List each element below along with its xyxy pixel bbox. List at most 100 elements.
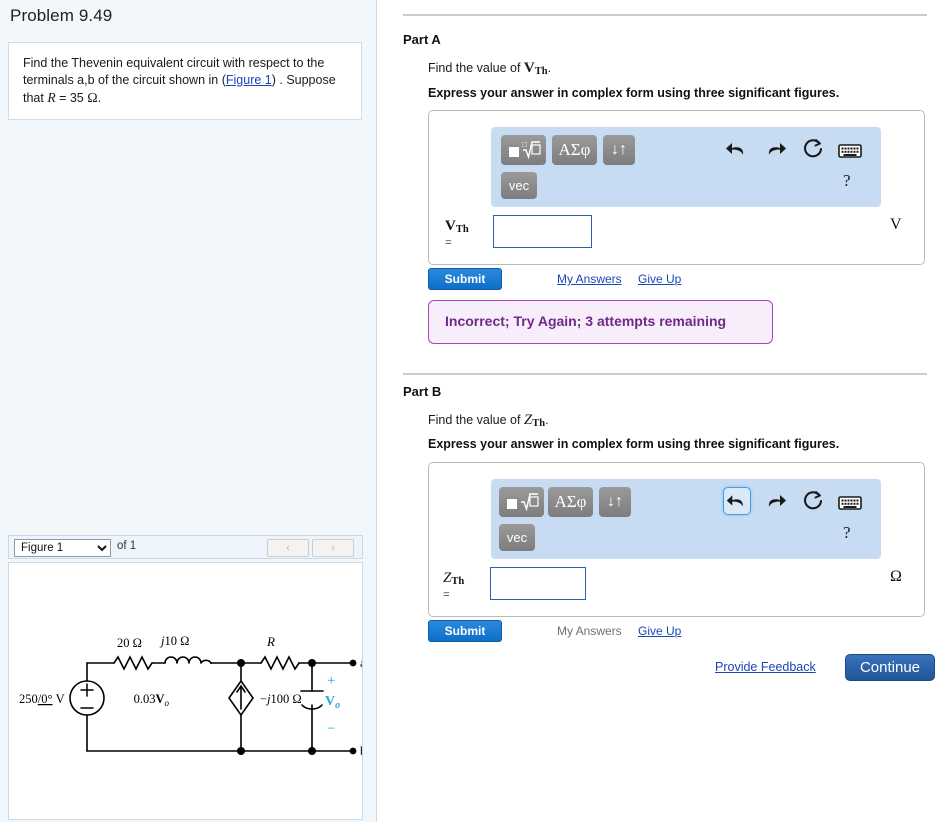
provide-feedback-link[interactable]: Provide Feedback (715, 660, 816, 674)
part-b-submit-button[interactable]: Submit (428, 620, 502, 642)
source-label: 250/0° V (19, 692, 65, 706)
continue-button[interactable]: Continue (845, 654, 935, 681)
left-panel: Problem 9.49 Find the Thevenin equivalen… (0, 0, 377, 822)
part-b-greek-button[interactable]: ΑΣφ (548, 487, 593, 517)
page-root: Problem 9.49 Find the Thevenin equivalen… (0, 0, 942, 822)
part-b-unit-label: Ω (890, 568, 902, 585)
part-b-answer-card: ΑΣφ ↓↑ vec ? ZTh = Ω (428, 462, 925, 617)
part-b-keyboard-button[interactable] (836, 488, 864, 516)
part-b-divider (403, 373, 927, 375)
part-a-submit-button[interactable]: Submit (428, 268, 502, 290)
dependent-source-label: 0.03Vo (134, 692, 170, 708)
part-a-math-toolbar: □ ΑΣφ ↓↑ vec ? (491, 127, 881, 207)
circuit-diagram: 20 Ω j10 Ω R 0.03Vo −j100 Ω 250/0° V a b… (19, 634, 362, 758)
figure-prev-button[interactable]: ‹ (267, 539, 309, 557)
part-a-reset-button[interactable] (799, 135, 827, 163)
part-a-template-button[interactable]: □ (501, 135, 546, 165)
part-b-question: Find the value of ZTh. (428, 412, 549, 429)
part-b-question-pre: Find the value of (428, 413, 524, 427)
part-a-question: Find the value of VTh. (428, 60, 551, 77)
svg-text:□: □ (522, 140, 527, 149)
reset-icon (804, 491, 823, 510)
vo-label: Vo (325, 694, 340, 711)
part-b-give-up-link[interactable]: Give Up (638, 624, 681, 638)
greek-letters-icon: ΑΣφ (558, 140, 591, 159)
part-a-equals-sign: = (445, 235, 452, 249)
inductor-j10-label: j10 Ω (159, 634, 189, 648)
part-b-question-symbol: Z (523, 412, 533, 428)
part-a-answer-input[interactable] (493, 215, 592, 248)
vo-minus-sign: − (327, 721, 335, 737)
part-a-unit-label: V (890, 216, 902, 233)
up-down-arrows-icon: ↓↑ (611, 141, 627, 158)
capacitor-label: −j100 Ω (260, 692, 302, 706)
part-b-answer-label-sub: Th (451, 576, 465, 587)
part-a-undo-button[interactable] (723, 135, 751, 163)
problem-statement-box: Find the Thevenin equivalent circuit wit… (8, 42, 362, 120)
part-b-redo-button[interactable] (761, 487, 789, 515)
square-root-template-icon (507, 493, 539, 512)
part-b-math-toolbar: ΑΣφ ↓↑ vec ? (491, 479, 881, 559)
part-a-question-end: . (547, 61, 552, 75)
right-panel: Part A Find the value of VTh. Express yo… (377, 0, 942, 822)
square-root-template-icon: □ (509, 140, 541, 160)
resistor-value: = 35 (59, 91, 84, 105)
part-b-answer-input[interactable] (490, 567, 586, 600)
resistor-20ohm-label: 20 Ω (117, 636, 142, 650)
part-a-vec-button[interactable]: vec (501, 172, 537, 199)
part-a-my-answers-link[interactable]: My Answers (557, 272, 622, 286)
figure-count-label: of 1 (117, 540, 137, 552)
part-a-help-button[interactable]: ? (843, 171, 851, 191)
resistor-R-label: R (266, 634, 275, 649)
part-b-arrows-button[interactable]: ↓↑ (599, 487, 631, 517)
undo-icon (726, 143, 744, 155)
part-a-answer-card: □ ΑΣφ ↓↑ vec ? VTh = V (428, 110, 925, 265)
page-title: Problem 9.49 (10, 6, 113, 25)
figure-1-link[interactable]: Figure 1 (226, 73, 272, 87)
resistor-unit: Ω (87, 91, 98, 106)
greek-letters-icon: ΑΣφ (554, 492, 587, 511)
redo-icon (768, 495, 786, 507)
part-a-instruction: Express your answer in complex form usin… (428, 86, 840, 100)
keyboard-icon (838, 496, 862, 510)
part-a-question-sub: Th (534, 66, 548, 77)
part-a-answer-label-sub: Th (455, 224, 469, 235)
part-b-question-end: . (545, 413, 549, 427)
part-b-vec-button[interactable]: vec (499, 524, 535, 551)
keyboard-icon (838, 144, 862, 158)
part-a-answer-label: VTh (445, 218, 469, 235)
terminal-a-label: a (360, 656, 362, 670)
figure-panel: 20 Ω j10 Ω R 0.03Vo −j100 Ω 250/0° V a b… (8, 562, 363, 820)
reset-icon (804, 139, 823, 158)
part-a-question-pre: Find the value of (428, 61, 524, 75)
resistor-symbol: R (47, 90, 56, 105)
part-a-heading: Part A (403, 32, 441, 47)
part-a-question-symbol: V (523, 60, 535, 76)
part-a-arrows-button[interactable]: ↓↑ (603, 135, 635, 165)
terminal-b-label: b (360, 744, 362, 758)
part-a-keyboard-button[interactable] (836, 136, 864, 164)
part-b-answer-label: ZTh (443, 570, 464, 587)
part-b-my-answers-link: My Answers (557, 624, 622, 638)
problem-statement-text-3: . (97, 91, 102, 105)
part-b-undo-button[interactable] (723, 487, 751, 515)
part-a-redo-button[interactable] (761, 135, 789, 163)
part-a-divider (403, 14, 927, 16)
redo-icon (768, 143, 786, 155)
up-down-arrows-icon: ↓↑ (607, 493, 623, 510)
part-b-instruction: Express your answer in complex form usin… (428, 437, 840, 451)
part-b-template-button[interactable] (499, 487, 544, 517)
undo-icon (726, 495, 743, 507)
part-b-equals-sign: = (443, 587, 450, 601)
figure-next-button[interactable]: › (312, 539, 354, 557)
part-a-feedback-banner: Incorrect; Try Again; 3 attempts remaini… (428, 300, 773, 344)
part-b-heading: Part B (403, 384, 442, 399)
part-b-help-button[interactable]: ? (843, 523, 851, 543)
part-a-feedback-text: Incorrect; Try Again; 3 attempts remaini… (445, 313, 727, 329)
part-a-give-up-link[interactable]: Give Up (638, 272, 681, 286)
part-b-question-sub: Th (532, 418, 546, 429)
figure-select[interactable]: Figure 1 (14, 539, 111, 557)
part-a-greek-button[interactable]: ΑΣφ (552, 135, 597, 165)
part-b-reset-button[interactable] (799, 487, 827, 515)
vo-plus-sign: + (327, 673, 335, 689)
